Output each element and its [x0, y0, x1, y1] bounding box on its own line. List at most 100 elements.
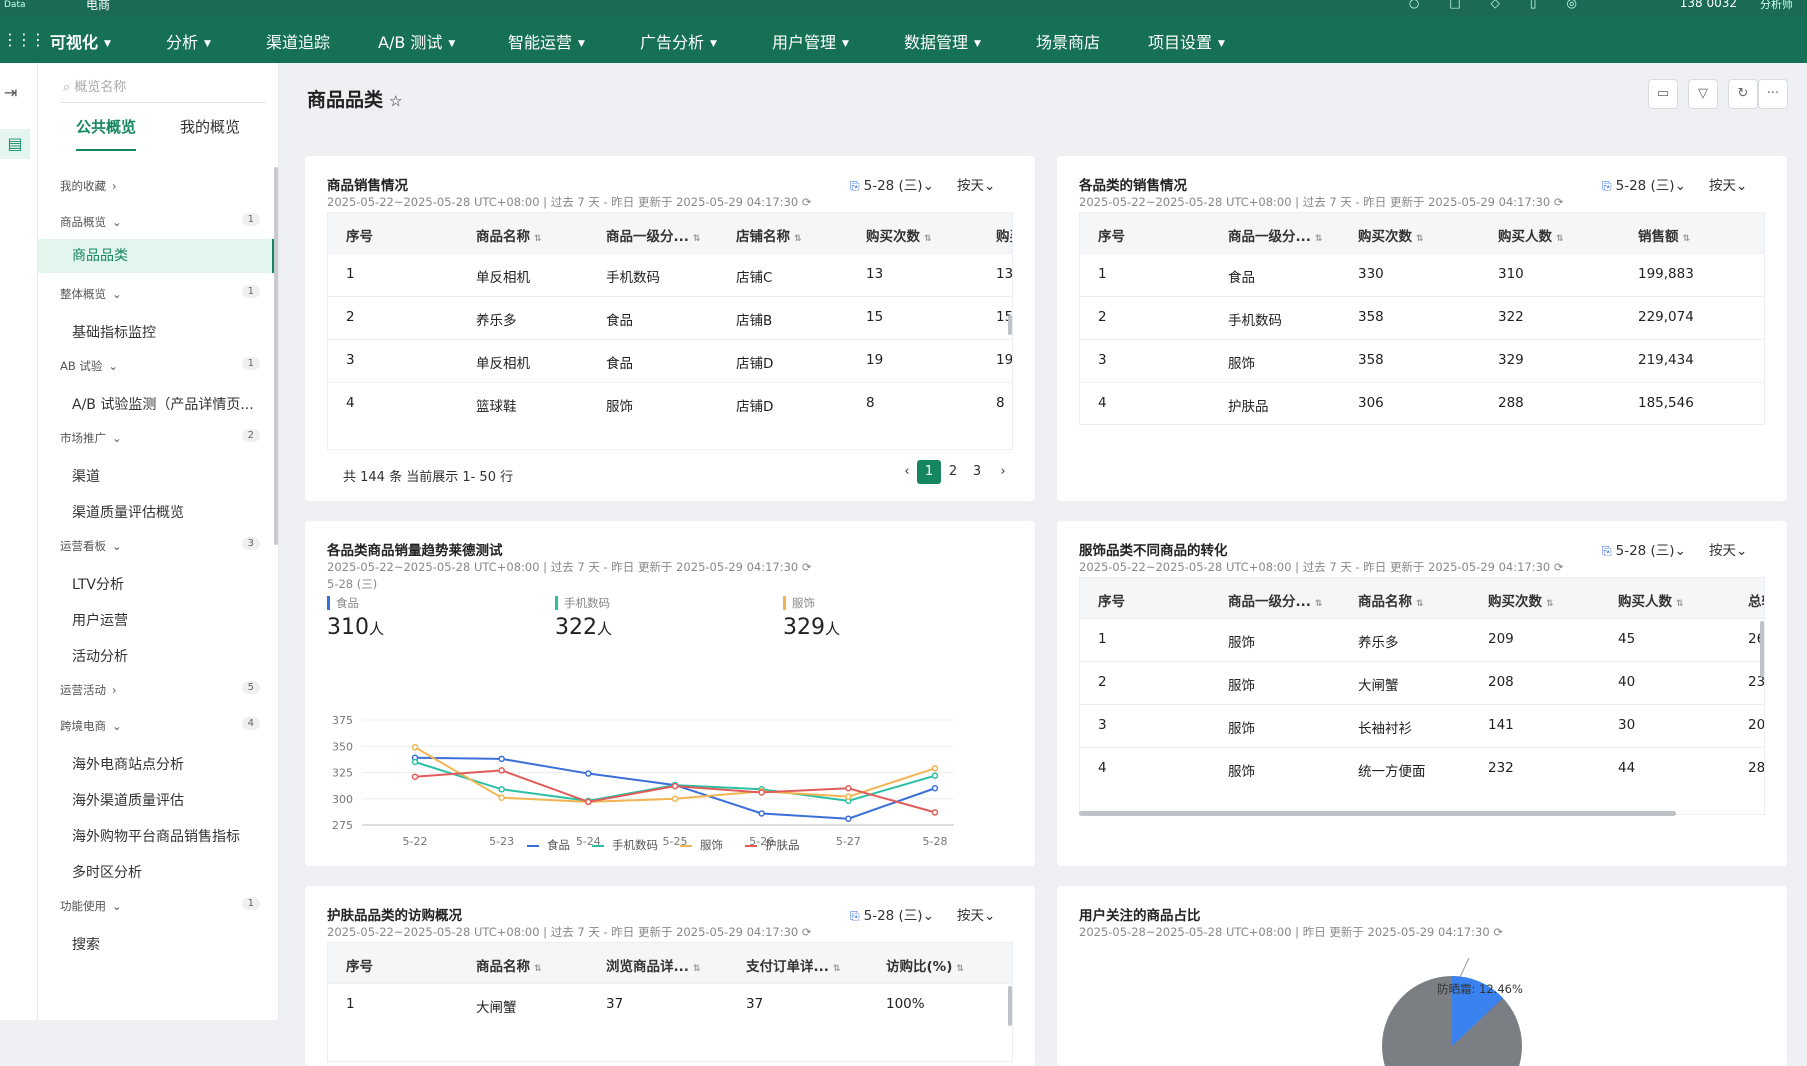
sidebar-item[interactable]: 渠道 — [72, 466, 100, 486]
sort-icon[interactable]: ⇅ — [1315, 234, 1323, 244]
sort-icon[interactable]: ⇅ — [1676, 599, 1684, 609]
table-row[interactable]: 1 服饰 养乐多 209 45 26 — [1080, 618, 1764, 661]
refresh-button[interactable]: ↻ — [1728, 79, 1758, 109]
sidebar-item[interactable]: 基础指标监控 — [72, 322, 156, 342]
date-picker[interactable]: ⎘ 5-28 (三)⌄ — [850, 174, 934, 194]
data-point[interactable] — [758, 789, 765, 796]
column-header[interactable]: 序号 — [1098, 590, 1125, 610]
column-header[interactable]: 序号 — [346, 225, 373, 245]
prev-page-button[interactable]: ‹ — [895, 460, 919, 484]
apps-grid-icon[interactable]: ⋮⋮⋮ — [2, 30, 46, 49]
data-point[interactable] — [411, 758, 419, 766]
data-point[interactable] — [845, 815, 852, 822]
table-row[interactable]: 1 食品 330 310 199,883 — [1080, 253, 1764, 296]
sidebar-group[interactable]: 商品概览 ⌄ 1 — [60, 213, 260, 230]
nav-item[interactable]: 可视化 ▼ — [50, 29, 111, 53]
data-point[interactable] — [498, 755, 505, 763]
sort-icon[interactable]: ⇅ — [1556, 234, 1564, 244]
dashboard-icon[interactable]: ▤ — [0, 129, 30, 159]
nav-item[interactable]: 渠道追踪 — [266, 29, 330, 53]
page-button[interactable]: 3 — [965, 460, 989, 484]
data-point[interactable] — [585, 770, 592, 777]
data-point[interactable] — [931, 765, 939, 772]
data-point[interactable] — [845, 793, 852, 800]
data-point[interactable] — [411, 773, 419, 780]
sort-icon[interactable]: ⇅ — [534, 964, 542, 974]
granularity-select[interactable]: 按天⌄ — [957, 904, 995, 924]
sort-icon[interactable]: ⇅ — [1416, 234, 1424, 244]
table-row[interactable]: 4 篮球鞋 服饰 店铺D 8 8 — [328, 382, 1012, 425]
sort-icon[interactable]: ⇅ — [1315, 599, 1323, 609]
table-row[interactable]: 4 护肤品 306 288 185,546 — [1080, 382, 1764, 424]
sidebar-group[interactable]: 运营看板 ⌄ 3 — [60, 537, 260, 554]
search-input[interactable]: ⌕ 概览名称 — [60, 77, 266, 103]
table-row[interactable]: 3 服饰 长袖衬衫 141 30 20 — [1080, 704, 1764, 747]
granularity-select[interactable]: 按天⌄ — [1709, 174, 1747, 194]
column-header[interactable]: 访购比(%) ⇅ — [886, 955, 964, 975]
sort-icon[interactable]: ⇅ — [956, 964, 964, 974]
date-picker[interactable]: ⎘ 5-28 (三)⌄ — [1602, 174, 1686, 194]
sidebar-item[interactable]: LTV分析 — [72, 574, 124, 594]
series-line-2[interactable] — [414, 746, 936, 803]
sidebar-item[interactable]: 多时区分析 — [72, 862, 142, 882]
sidebar-item[interactable]: 活动分析 — [72, 646, 128, 666]
legend-item[interactable]: 食品 — [527, 837, 570, 853]
nav-item[interactable]: 分析 ▼ — [166, 29, 211, 53]
sidebar-item[interactable]: 搜索 — [72, 934, 100, 954]
calendar-button[interactable]: ▭ — [1648, 79, 1678, 109]
date-picker[interactable]: ⎘ 5-28 (三)⌄ — [1602, 539, 1686, 559]
column-header[interactable]: 购买人数 ⇅ — [1498, 225, 1564, 245]
nav-item[interactable]: 广告分析 ▼ — [640, 29, 717, 53]
legend-item[interactable]: 服饰 — [680, 837, 723, 853]
workspace-selector[interactable]: 电商 — [86, 0, 110, 13]
table-row[interactable]: 1 单反相机 手机数码 店铺C 13 13 — [328, 253, 1012, 296]
more-button[interactable]: ··· — [1758, 79, 1788, 109]
nav-item[interactable]: 用户管理 ▼ — [772, 29, 849, 53]
user-menu[interactable]: 分析师 — [1760, 0, 1793, 12]
favorite-star-icon[interactable]: ☆ — [389, 92, 402, 110]
table-row[interactable]: 2 手机数码 358 322 229,074 — [1080, 296, 1764, 339]
data-point[interactable] — [498, 794, 505, 801]
brand-logo[interactable]: Data — [4, 0, 26, 10]
sidebar-group[interactable]: 市场推广 ⌄ 2 — [60, 429, 260, 446]
nav-item[interactable]: A/B 测试 ▼ — [378, 29, 455, 53]
sidebar-group[interactable]: 跨境电商 ⌄ 4 — [60, 717, 260, 734]
table-row[interactable]: 2 服饰 大闸蟹 208 40 23 — [1080, 661, 1764, 704]
sort-icon[interactable]: ⇅ — [693, 234, 701, 244]
column-header[interactable]: 商品名称 ⇅ — [476, 225, 542, 245]
table-v-scrollbar[interactable] — [1008, 315, 1012, 335]
column-header[interactable]: 商品一级分... ⇅ — [606, 225, 700, 245]
table-v-scrollbar[interactable] — [1008, 986, 1012, 1026]
sidebar-item[interactable]: 海外渠道质量评估 — [72, 790, 184, 810]
data-point[interactable] — [671, 795, 679, 802]
sidebar-item[interactable]: 海外电商站点分析 — [72, 754, 184, 774]
sidebar-item[interactable]: 商品品类 — [38, 239, 274, 273]
sidebar-group[interactable]: AB 试验 ⌄ 1 — [60, 357, 260, 374]
column-header[interactable]: 购买次数 ⇅ — [1358, 225, 1424, 245]
table-row[interactable]: 3 服饰 358 329 219,434 — [1080, 339, 1764, 382]
nav-item[interactable]: 数据管理 ▼ — [904, 29, 981, 53]
sidebar-group[interactable]: 我的收藏 › — [60, 178, 260, 194]
sort-icon[interactable]: ⇅ — [1683, 234, 1691, 244]
sort-icon[interactable]: ⇅ — [833, 964, 841, 974]
sidebar-item[interactable]: 海外购物平台商品销售指标 — [72, 826, 240, 846]
sidebar-group[interactable]: 整体概览 ⌄ 1 — [60, 285, 260, 302]
sidebar-group[interactable]: 运营活动 › 5 — [60, 681, 260, 698]
legend-item[interactable]: 手机数码 — [592, 837, 658, 853]
table-row[interactable]: 3 单反相机 食品 店铺D 19 19 — [328, 339, 1012, 382]
column-header[interactable]: 总转 — [1748, 590, 1764, 610]
legend-item[interactable]: 护肤品 — [745, 837, 800, 853]
table-row[interactable]: 2 养乐多 食品 店铺B 15 15 — [328, 296, 1012, 339]
sort-icon[interactable]: ⇅ — [693, 964, 701, 974]
sidebar-item[interactable]: 用户运营 — [72, 610, 128, 630]
table-row[interactable]: 4 服饰 统一方便面 232 44 28 — [1080, 747, 1764, 790]
column-header[interactable]: 购买次数 ⇅ — [1488, 590, 1554, 610]
table-v-scrollbar[interactable] — [1760, 621, 1764, 677]
data-point[interactable] — [498, 767, 505, 774]
tab-public-overview[interactable]: 公共概览 — [76, 115, 137, 151]
sidebar-scrollbar[interactable] — [274, 167, 278, 545]
data-point[interactable] — [931, 772, 939, 779]
data-point[interactable] — [845, 785, 852, 792]
sidebar-group[interactable]: 功能使用 ⌄ 1 — [60, 897, 260, 914]
sidebar-item[interactable]: A/B 试验监测（产品详情页... — [72, 394, 254, 414]
